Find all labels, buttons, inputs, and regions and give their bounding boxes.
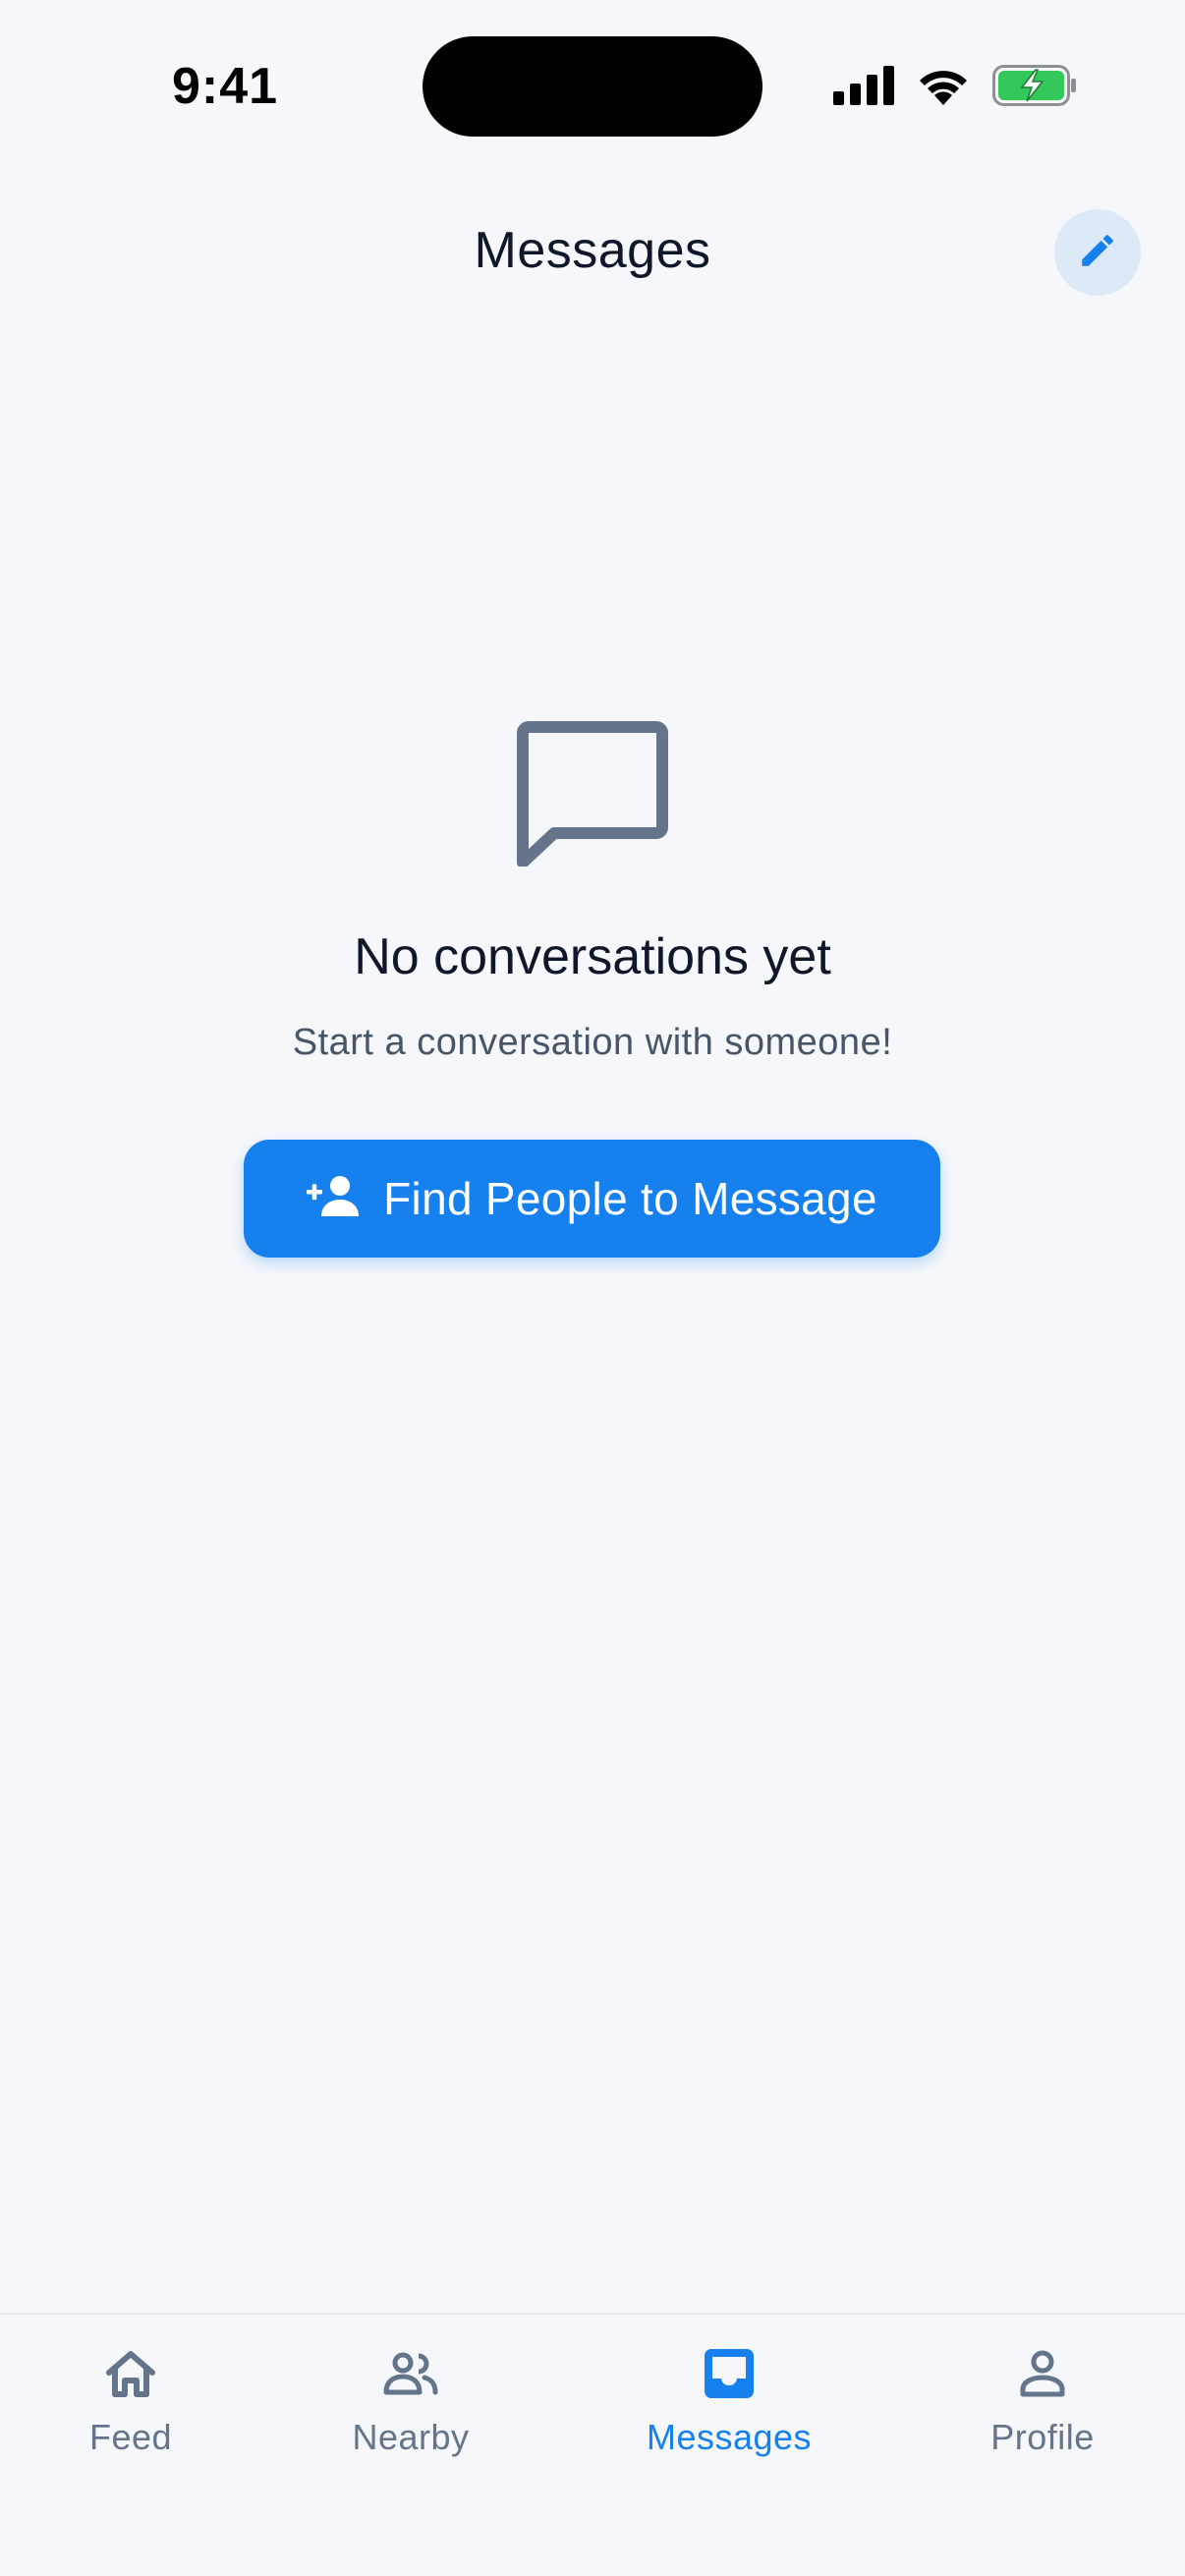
- bottom-nav: Feed Nearby Messages Profile: [0, 2313, 1185, 2576]
- signal-icon: [833, 66, 894, 110]
- find-people-button[interactable]: Find People to Message: [244, 1140, 940, 1258]
- nav-label-nearby: Nearby: [352, 2417, 470, 2457]
- empty-state-subtitle: Start a conversation with someone!: [292, 1022, 893, 1063]
- dynamic-island: [423, 36, 762, 137]
- status-time: 9:41: [172, 58, 279, 115]
- nav-label-feed: Feed: [88, 2417, 173, 2457]
- nav-label-messages: Messages: [646, 2417, 813, 2457]
- messages-screen: 9:41 Messages No conversations yet Start…: [0, 0, 1185, 2576]
- compose-button[interactable]: [1054, 209, 1141, 296]
- nav-item-feed[interactable]: Feed: [13, 2344, 249, 2458]
- battery-icon: [992, 65, 1077, 111]
- person-icon: [1013, 2344, 1072, 2403]
- nav-label-profile: Profile: [990, 2417, 1095, 2457]
- home-icon: [101, 2344, 160, 2403]
- find-people-button-label: Find People to Message: [383, 1173, 877, 1224]
- chat-bubble-icon: [517, 721, 668, 868]
- empty-state-title: No conversations yet: [354, 928, 831, 985]
- people-icon: [381, 2344, 440, 2403]
- nav-item-profile[interactable]: Profile: [925, 2344, 1160, 2458]
- status-icons: [833, 65, 1077, 111]
- person-add-icon: [307, 1175, 362, 1223]
- nav-item-messages[interactable]: Messages: [611, 2344, 847, 2458]
- page-title: Messages: [474, 222, 711, 279]
- nav-item-nearby[interactable]: Nearby: [293, 2344, 529, 2458]
- pencil-icon: [1077, 230, 1118, 276]
- inbox-icon: [700, 2344, 759, 2403]
- wifi-icon: [916, 66, 971, 110]
